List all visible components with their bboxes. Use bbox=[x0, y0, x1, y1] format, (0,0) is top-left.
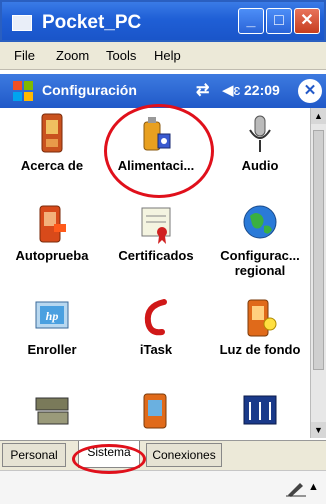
item-memoria[interactable] bbox=[0, 384, 104, 438]
window-titlebar: Pocket_PC _ □ ✕ bbox=[0, 0, 326, 42]
menu-bar: File Zoom Tools Help bbox=[0, 42, 326, 70]
item-perfiles[interactable] bbox=[208, 384, 310, 438]
screen-icon bbox=[143, 393, 167, 429]
item-label-line1: Configurac... bbox=[220, 248, 300, 263]
item-label: Autoprueba bbox=[15, 248, 89, 263]
item-luz-de-fondo[interactable]: Luz de fondo bbox=[208, 292, 310, 392]
ok-close-button[interactable]: ✕ bbox=[298, 79, 322, 103]
selftest-icon bbox=[39, 205, 66, 243]
tab-personal[interactable]: Personal bbox=[2, 443, 66, 467]
profile-icon bbox=[243, 395, 277, 425]
item-label: Acerca de bbox=[20, 158, 84, 173]
item-label: Certificados bbox=[118, 248, 194, 263]
tab-conexiones[interactable]: Conexiones bbox=[146, 443, 222, 467]
item-autoprueba[interactable]: Autoprueba bbox=[0, 198, 104, 298]
item-label-line2: regional bbox=[234, 263, 286, 278]
item-pantalla[interactable] bbox=[104, 384, 208, 438]
item-itask[interactable]: iTask bbox=[104, 292, 208, 392]
svg-text:hp: hp bbox=[46, 309, 59, 323]
maximize-button[interactable]: □ bbox=[266, 8, 292, 34]
item-acerca-de[interactable]: Acerca de bbox=[0, 108, 104, 208]
menu-zoom[interactable]: Zoom bbox=[56, 48, 89, 63]
tab-bar: Personal Sistema Conexiones bbox=[0, 440, 326, 470]
clock-time[interactable]: 22:09 bbox=[244, 82, 280, 98]
bottom-bar: ▲ bbox=[0, 470, 326, 504]
itask-icon bbox=[144, 299, 167, 336]
certificate-icon bbox=[141, 207, 171, 244]
item-enroller[interactable]: hp Enroller bbox=[0, 292, 104, 392]
menu-help[interactable]: Help bbox=[154, 48, 181, 63]
hp-icon: hp bbox=[35, 301, 69, 329]
input-menu-caret-icon[interactable]: ▲ bbox=[308, 481, 319, 493]
pda-icon bbox=[41, 113, 63, 153]
window-title: Pocket_PC bbox=[42, 12, 142, 33]
volume-icon[interactable]: ◀ɛ bbox=[222, 81, 240, 99]
item-label: Enroller bbox=[27, 342, 77, 357]
menu-file[interactable]: File bbox=[14, 48, 35, 63]
item-label: iTask bbox=[139, 342, 173, 357]
app-icon bbox=[12, 15, 32, 31]
microphone-icon bbox=[249, 115, 271, 152]
annotation-ring-sistema bbox=[72, 444, 146, 474]
memory-icon bbox=[35, 397, 69, 425]
item-label: Audio bbox=[241, 158, 279, 173]
item-label: Luz de fondo bbox=[219, 342, 301, 357]
item-audio[interactable]: Audio bbox=[208, 108, 310, 208]
item-certificados[interactable]: Certificados bbox=[104, 198, 208, 298]
vertical-scrollbar[interactable]: ▲ ▼ bbox=[310, 108, 326, 438]
scroll-thumb[interactable] bbox=[313, 130, 324, 370]
scroll-up-icon[interactable]: ▲ bbox=[311, 108, 326, 124]
close-button[interactable]: ✕ bbox=[294, 8, 320, 34]
globe-icon bbox=[243, 205, 277, 239]
backlight-icon bbox=[247, 299, 277, 337]
menu-tools[interactable]: Tools bbox=[106, 48, 136, 63]
item-label: Configurac... regional bbox=[208, 248, 310, 278]
minimize-button[interactable]: _ bbox=[238, 8, 264, 34]
annotation-ring-alimentacion bbox=[104, 104, 214, 198]
scroll-down-icon[interactable]: ▼ bbox=[311, 422, 326, 438]
nav-title: Configuración bbox=[42, 82, 137, 98]
item-configuracion-regional[interactable]: Configurac... regional bbox=[208, 198, 310, 298]
nav-bar: Configuración ⇄ ◀ɛ 22:09 ✕ bbox=[0, 74, 326, 108]
windows-start-icon[interactable] bbox=[12, 80, 34, 102]
input-pen-icon[interactable] bbox=[286, 479, 306, 497]
sync-icon[interactable]: ⇄ bbox=[196, 80, 209, 100]
